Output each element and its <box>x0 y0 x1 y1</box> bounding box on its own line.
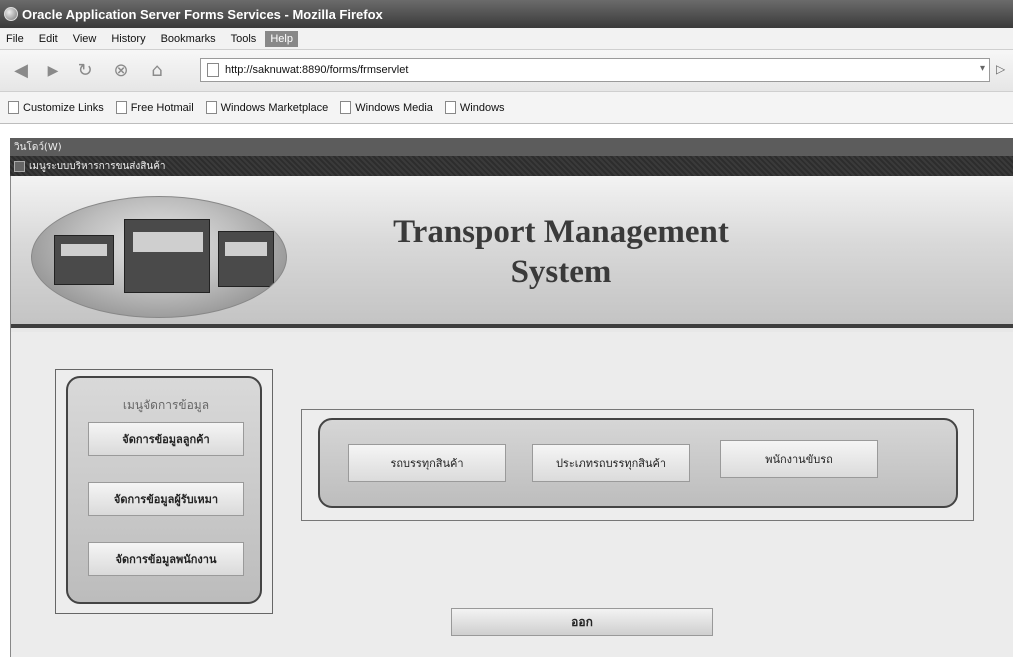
truck-graphic <box>124 219 210 293</box>
options-panel: รถบรรทุกสินค้า ประเภทรถบรรทุกสินค้า พนัก… <box>318 418 958 508</box>
header-banner: Transport Management System <box>11 176 1013 328</box>
bookmark-label: Windows Media <box>355 101 433 114</box>
bookmark-label: Windows Marketplace <box>220 101 329 114</box>
menu-bookmarks[interactable]: Bookmarks <box>155 33 225 45</box>
bookmark-free-hotmail[interactable]: Free Hotmail <box>115 101 194 114</box>
reload-icon[interactable]: ↻ <box>70 57 100 85</box>
form-canvas: Transport Management System เมนูจัดการข้… <box>10 176 1013 657</box>
address-bar[interactable]: http://saknuwat:8890/forms/frmservlet ▾ <box>200 58 990 82</box>
page-icon <box>207 63 219 77</box>
forms-applet-area: วินโดว์(W) เมนูระบบบริหารการขนส่งสินค้า … <box>0 124 1013 657</box>
bookmark-label: Free Hotmail <box>130 101 194 114</box>
data-menu-title: เมนูจัดการข้อมูล <box>122 398 210 412</box>
truck-graphic <box>54 235 114 285</box>
truck-button[interactable]: รถบรรทุกสินค้า <box>348 444 506 482</box>
manage-customer-button[interactable]: จัดการข้อมูลลูกค้า <box>88 422 244 456</box>
menu-file[interactable]: File <box>0 33 33 45</box>
manage-contractor-button[interactable]: จัดการข้อมูลผู้รับเหมา <box>88 482 244 516</box>
address-url[interactable]: http://saknuwat:8890/forms/frmservlet <box>225 64 408 76</box>
menu-edit[interactable]: Edit <box>33 33 67 45</box>
menu-tools[interactable]: Tools <box>225 33 266 45</box>
back-arrow-icon[interactable]: ◀ <box>6 57 36 85</box>
app-title-line2: System <box>510 254 612 290</box>
truck-logo-image <box>31 196 287 318</box>
bookmark-page-icon <box>340 101 352 114</box>
bookmarks-toolbar: Customize Links Free Hotmail Windows Mar… <box>0 92 1013 124</box>
form-body: เมนูจัดการข้อมูล จัดการข้อมูลลูกค้า จัดก… <box>11 332 1013 657</box>
browser-titlebar: Oracle Application Server Forms Services… <box>0 0 1013 28</box>
data-menu-panel: เมนูจัดการข้อมูล จัดการข้อมูลลูกค้า จัดก… <box>66 376 262 604</box>
forms-inner-titlebar: เมนูระบบบริหารการขนส่งสินค้า <box>10 156 1013 176</box>
app-title: Transport Management System <box>311 212 811 292</box>
stop-icon[interactable]: ⊗ <box>106 57 136 85</box>
url-dropdown-icon[interactable]: ▾ <box>980 63 985 74</box>
form-window-title: เมนูระบบบริหารการขนส่งสินค้า <box>29 160 166 172</box>
window-menu-item[interactable]: วินโดว์(W) <box>14 140 62 155</box>
menu-history[interactable]: History <box>105 33 154 45</box>
driver-button[interactable]: พนักงานขับรถ <box>720 440 878 478</box>
firefox-icon <box>4 7 18 21</box>
bookmark-page-icon <box>115 101 127 114</box>
browser-menubar: File Edit View History Bookmarks Tools H… <box>0 28 1013 50</box>
data-menu-frame: เมนูจัดการข้อมูล จัดการข้อมูลลูกค้า จัดก… <box>55 369 273 614</box>
truck-type-button[interactable]: ประเภทรถบรรทุกสินค้า <box>532 444 690 482</box>
forward-arrow-icon[interactable]: ▶ <box>42 57 64 85</box>
bookmark-customize-links[interactable]: Customize Links <box>8 101 104 114</box>
options-frame: รถบรรทุกสินค้า ประเภทรถบรรทุกสินค้า พนัก… <box>301 409 974 521</box>
bookmark-label: Customize Links <box>23 101 104 114</box>
bookmark-page-icon <box>444 101 456 114</box>
window-title: Oracle Application Server Forms Services… <box>22 6 383 22</box>
bookmark-windows-marketplace[interactable]: Windows Marketplace <box>205 101 329 114</box>
navigation-toolbar: ◀ ▶ ↻ ⊗ ⌂ http://saknuwat:8890/forms/frm… <box>0 50 1013 92</box>
app-title-line1: Transport Management <box>393 214 729 250</box>
form-window-icon <box>14 160 25 172</box>
bookmark-page-icon <box>205 101 217 114</box>
manage-employee-button[interactable]: จัดการข้อมูลพนักงาน <box>88 542 244 576</box>
home-icon[interactable]: ⌂ <box>142 57 172 85</box>
menu-view[interactable]: View <box>67 33 106 45</box>
bookmark-label: Windows <box>459 101 505 114</box>
bookmark-windows-media[interactable]: Windows Media <box>340 101 433 114</box>
bookmark-windows[interactable]: Windows <box>444 101 505 114</box>
forms-window-menu: วินโดว์(W) <box>10 138 1013 156</box>
go-arrow-icon[interactable]: ▷ <box>996 62 1005 76</box>
truck-graphic <box>218 231 274 287</box>
menu-help[interactable]: Help <box>265 30 298 47</box>
exit-button[interactable]: ออก <box>451 608 713 636</box>
bookmark-page-icon <box>8 101 19 114</box>
